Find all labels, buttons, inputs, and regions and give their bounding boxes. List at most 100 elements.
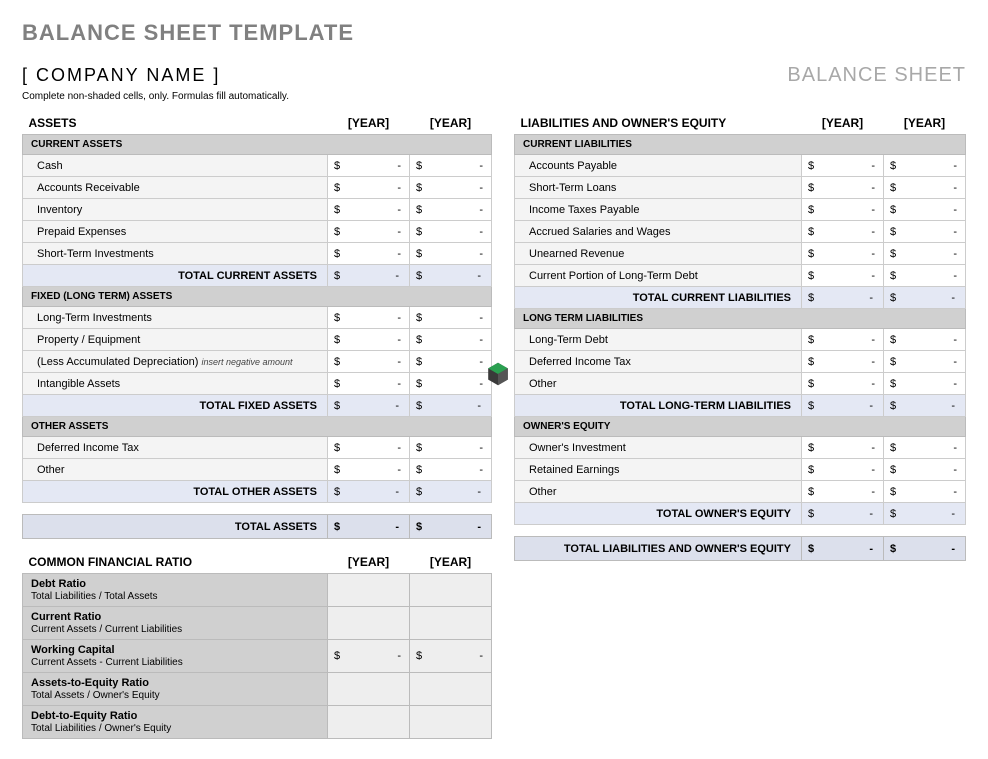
amount-cell[interactable]: $- <box>884 459 966 481</box>
ratio-value: $- <box>328 639 410 672</box>
amount-cell[interactable]: $- <box>802 199 884 221</box>
amount-cell[interactable]: $- <box>410 155 492 177</box>
ratio-value: $- <box>410 639 492 672</box>
line-item-label: Long-Term Debt <box>515 329 802 351</box>
grand-total-label: TOTAL ASSETS <box>23 515 328 539</box>
total-label: TOTAL OTHER ASSETS <box>23 481 328 503</box>
total-cell: $- <box>410 395 492 417</box>
grand-total-cell: $- <box>802 537 884 561</box>
amount-cell[interactable]: $- <box>328 307 410 329</box>
line-item-label: Short-Term Investments <box>23 243 328 265</box>
amount-cell[interactable]: $- <box>328 155 410 177</box>
amount-cell[interactable]: $- <box>884 329 966 351</box>
liabilities-table: LIABILITIES AND OWNER'S EQUITY[YEAR][YEA… <box>514 112 966 561</box>
ratio-label: Current RatioCurrent Assets / Current Li… <box>23 606 328 639</box>
document-title: BALANCE SHEET <box>787 64 966 87</box>
amount-cell[interactable]: $- <box>884 437 966 459</box>
amount-cell[interactable]: $- <box>410 177 492 199</box>
amount-cell[interactable]: $- <box>884 351 966 373</box>
line-item-label: (Less Accumulated Depreciation) insert n… <box>23 351 328 373</box>
ratio-label: Assets-to-Equity RatioTotal Assets / Own… <box>23 672 328 705</box>
total-cell: $- <box>802 287 884 309</box>
amount-cell[interactable]: $- <box>328 221 410 243</box>
line-item-label: Owner's Investment <box>515 437 802 459</box>
line-item-label: Other <box>515 481 802 503</box>
amount-cell[interactable]: $- <box>802 351 884 373</box>
total-cell: $- <box>884 503 966 525</box>
amount-cell[interactable]: $- <box>328 199 410 221</box>
amount-cell[interactable]: $- <box>328 437 410 459</box>
line-item-label: Accounts Receivable <box>23 177 328 199</box>
ratio-value <box>410 606 492 639</box>
amount-cell[interactable]: $- <box>802 155 884 177</box>
watermark-icon <box>484 360 512 388</box>
amount-cell[interactable]: $- <box>328 459 410 481</box>
amount-cell[interactable]: $- <box>802 221 884 243</box>
ratio-value <box>328 705 410 738</box>
page-title: BALANCE SHEET TEMPLATE <box>22 20 966 46</box>
total-label: TOTAL FIXED ASSETS <box>23 395 328 417</box>
total-cell: $- <box>328 481 410 503</box>
amount-cell[interactable]: $- <box>410 329 492 351</box>
amount-cell[interactable]: $- <box>410 351 492 373</box>
amount-cell[interactable]: $- <box>802 437 884 459</box>
amount-cell[interactable]: $- <box>328 373 410 395</box>
amount-cell[interactable]: $- <box>410 243 492 265</box>
ratio-value <box>328 672 410 705</box>
line-item-label: Long-Term Investments <box>23 307 328 329</box>
current-assets-header: CURRENT ASSETS <box>23 135 492 155</box>
total-label: TOTAL OWNER'S EQUITY <box>515 503 802 525</box>
amount-cell[interactable]: $- <box>328 351 410 373</box>
year-header: [YEAR] <box>802 112 884 135</box>
amount-cell[interactable]: $- <box>802 373 884 395</box>
amount-cell[interactable]: $- <box>802 265 884 287</box>
amount-cell[interactable]: $- <box>802 177 884 199</box>
instruction-text: Complete non-shaded cells, only. Formula… <box>22 91 966 102</box>
current-liab-header: CURRENT LIABILITIES <box>515 135 966 155</box>
total-cell: $- <box>328 265 410 287</box>
company-name[interactable]: [ COMPANY NAME ] <box>22 65 220 86</box>
ratio-value <box>410 573 492 606</box>
amount-cell[interactable]: $- <box>328 243 410 265</box>
amount-cell[interactable]: $- <box>410 199 492 221</box>
total-cell: $- <box>410 481 492 503</box>
amount-cell[interactable]: $- <box>802 243 884 265</box>
amount-cell[interactable]: $- <box>884 177 966 199</box>
amount-cell[interactable]: $- <box>410 373 492 395</box>
line-item-label: Accrued Salaries and Wages <box>515 221 802 243</box>
total-label: TOTAL CURRENT ASSETS <box>23 265 328 287</box>
amount-cell[interactable]: $- <box>884 199 966 221</box>
total-cell: $- <box>410 265 492 287</box>
amount-cell[interactable]: $- <box>802 459 884 481</box>
year-header: [YEAR] <box>410 112 492 135</box>
ratios-table: COMMON FINANCIAL RATIO[YEAR][YEAR] Debt … <box>22 551 492 739</box>
amount-cell[interactable]: $- <box>884 221 966 243</box>
amount-cell[interactable]: $- <box>884 265 966 287</box>
ratio-value <box>410 705 492 738</box>
line-item-label: Short-Term Loans <box>515 177 802 199</box>
amount-cell[interactable]: $- <box>410 307 492 329</box>
amount-cell[interactable]: $- <box>884 481 966 503</box>
line-item-label: Income Taxes Payable <box>515 199 802 221</box>
amount-cell[interactable]: $- <box>410 221 492 243</box>
grand-total-cell: $- <box>328 515 410 539</box>
amount-cell[interactable]: $- <box>328 329 410 351</box>
amount-cell[interactable]: $- <box>884 373 966 395</box>
amount-cell[interactable]: $- <box>802 329 884 351</box>
ratios-title: COMMON FINANCIAL RATIO <box>23 551 328 574</box>
amount-cell[interactable]: $- <box>884 155 966 177</box>
line-item-label: Current Portion of Long-Term Debt <box>515 265 802 287</box>
year-header: [YEAR] <box>884 112 966 135</box>
amount-cell[interactable]: $- <box>802 481 884 503</box>
line-item-label: Other <box>515 373 802 395</box>
year-header: [YEAR] <box>328 551 410 574</box>
ratio-label: Debt-to-Equity RatioTotal Liabilities / … <box>23 705 328 738</box>
assets-column: ASSETS[YEAR][YEAR] CURRENT ASSETS Cash$-… <box>22 112 492 739</box>
amount-cell[interactable]: $- <box>410 459 492 481</box>
amount-cell[interactable]: $- <box>410 437 492 459</box>
amount-cell[interactable]: $- <box>884 243 966 265</box>
line-item-label: Property / Equipment <box>23 329 328 351</box>
ratio-value <box>410 672 492 705</box>
line-item-label: Prepaid Expenses <box>23 221 328 243</box>
amount-cell[interactable]: $- <box>328 177 410 199</box>
